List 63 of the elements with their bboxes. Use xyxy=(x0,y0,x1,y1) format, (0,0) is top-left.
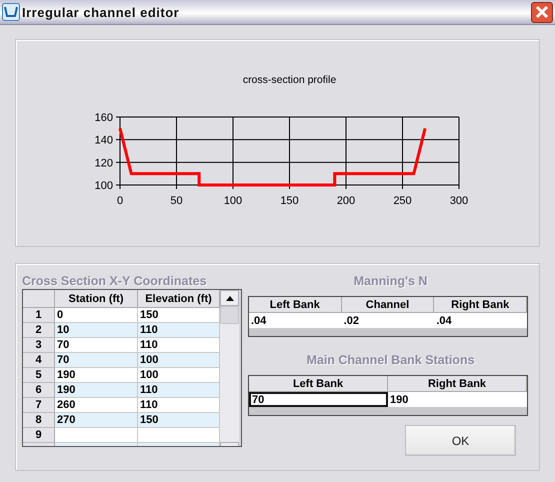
x-tick-label: 50 xyxy=(170,195,183,207)
scroll-thumb[interactable] xyxy=(220,306,239,324)
table-cell[interactable]: 10 xyxy=(55,323,138,338)
y-tick-label: 160 xyxy=(94,112,113,124)
section-title: Manning's N xyxy=(352,274,428,288)
column-header: Station (ft) xyxy=(55,290,138,308)
window-title: Irregular channel editor xyxy=(22,4,180,20)
row-number: 5 xyxy=(23,368,55,383)
row-number: 1 xyxy=(23,308,55,323)
x-tick-label: 300 xyxy=(450,195,468,207)
table-cell[interactable]: 110 xyxy=(138,338,220,353)
value-field[interactable]: .04 xyxy=(249,313,342,328)
x-tick-label: 200 xyxy=(336,195,356,207)
table-cell[interactable]: 190 xyxy=(55,368,138,383)
row-number: 3 xyxy=(23,338,55,353)
row-number: 8 xyxy=(23,413,55,428)
table-cell[interactable]: 110 xyxy=(138,323,220,338)
chart-title: cross-section profile xyxy=(242,74,336,86)
column-header: Channel xyxy=(342,297,434,313)
row-number: 4 xyxy=(23,353,55,368)
close-icon xyxy=(535,5,549,19)
table-cell[interactable] xyxy=(138,428,220,443)
value-field[interactable]: .02 xyxy=(342,313,434,328)
table-cell[interactable]: 110 xyxy=(138,383,220,398)
x-tick-label: 150 xyxy=(280,195,299,207)
up-arrow-icon xyxy=(226,296,234,300)
value-field[interactable]: 70 xyxy=(249,392,388,407)
table-cell[interactable]: 70 xyxy=(55,338,138,353)
row-number: 6 xyxy=(23,383,55,398)
y-tick-label: 140 xyxy=(94,134,113,147)
ok-button[interactable]: OK xyxy=(405,425,516,456)
y-tick-label: 100 xyxy=(94,180,113,192)
section-title: Cross Section X-Y Coordinates xyxy=(22,274,208,289)
x-tick-label: 250 xyxy=(393,195,412,207)
table-cell[interactable]: 270 xyxy=(55,413,138,428)
scrollbar[interactable] xyxy=(220,290,239,446)
table-cell[interactable] xyxy=(55,428,138,443)
column-header: Right Bank xyxy=(434,297,527,313)
column-header: Left Bank xyxy=(249,297,342,313)
x-tick-label: 0 xyxy=(116,195,124,207)
row-number: 7 xyxy=(23,398,55,413)
table-cell[interactable]: 0 xyxy=(55,308,138,323)
table-cell[interactable]: 190 xyxy=(55,383,138,398)
table-cell[interactable]: 110 xyxy=(138,398,220,413)
table-cell[interactable]: 150 xyxy=(138,413,220,428)
value-field[interactable]: .04 xyxy=(434,313,527,328)
table-cell[interactable]: 100 xyxy=(138,353,220,368)
section-title: Main Channel Bank Stations xyxy=(305,353,476,367)
x-tick-label: 100 xyxy=(224,195,242,207)
y-tick-label: 120 xyxy=(94,157,113,170)
table-cell[interactable]: 70 xyxy=(55,353,138,368)
row-number: 9 xyxy=(23,428,55,443)
table-cell[interactable]: 100 xyxy=(138,368,220,383)
column-header: Elevation (ft) xyxy=(138,290,220,308)
channel-icon xyxy=(2,3,20,21)
column-header: Right Bank xyxy=(388,376,527,392)
table-cell[interactable]: 150 xyxy=(138,308,220,323)
scroll-up-button[interactable] xyxy=(220,290,239,306)
row-number: 2 xyxy=(23,323,55,338)
close-button[interactable] xyxy=(531,2,553,22)
value-field[interactable]: 190 xyxy=(388,392,527,407)
column-header: Left Bank xyxy=(249,376,388,392)
table-cell[interactable]: 260 xyxy=(55,398,138,413)
